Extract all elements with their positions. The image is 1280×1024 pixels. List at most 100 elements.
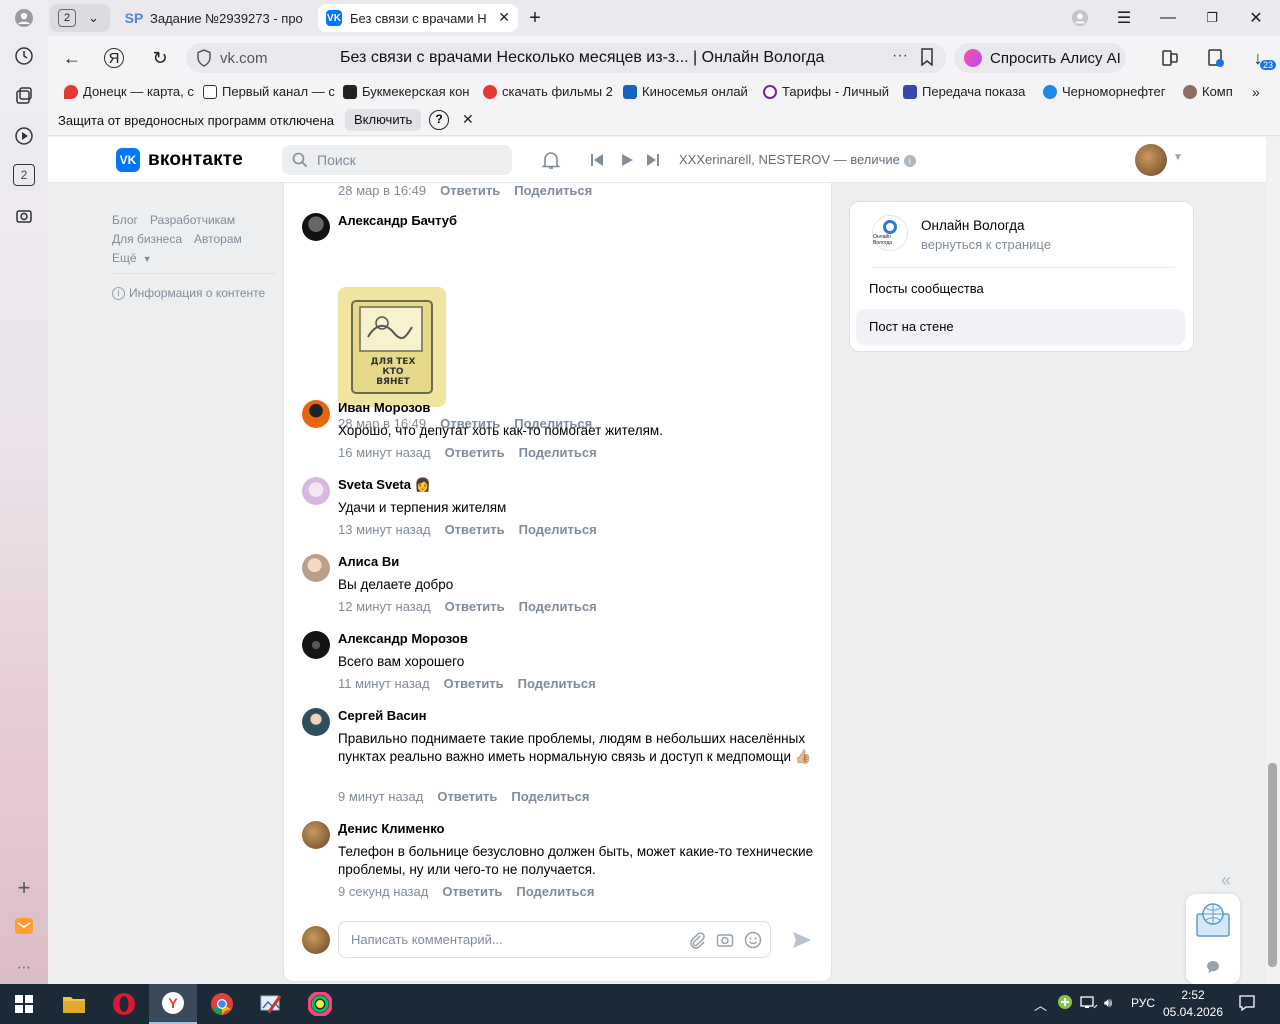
- share-link[interactable]: Поделиться: [518, 676, 596, 691]
- comment-author[interactable]: Александр Бачтуб: [338, 213, 457, 228]
- back-to-page-link[interactable]: вернуться к странице: [921, 237, 1051, 252]
- screenshot-icon[interactable]: [12, 204, 36, 228]
- share-link[interactable]: Поделиться: [519, 445, 597, 460]
- tab-vk-active[interactable]: VK Без связи с врачами Н ✕: [318, 4, 518, 32]
- bookmark-item[interactable]: Киносемья онлай: [623, 84, 748, 99]
- reply-link[interactable]: Ответить: [445, 522, 505, 537]
- tab-task[interactable]: SP Задание №2939273 - про: [118, 4, 308, 32]
- more-bookmarks-icon[interactable]: »: [1252, 84, 1260, 100]
- send-icon[interactable]: [791, 929, 813, 954]
- mail-icon[interactable]: [12, 914, 36, 938]
- developers-link[interactable]: Разработчикам: [150, 213, 235, 227]
- add-panel-icon[interactable]: +: [12, 875, 36, 900]
- chat-icon[interactable]: [1206, 960, 1220, 977]
- rail-counter-badge[interactable]: 2: [13, 164, 35, 186]
- vk-search-input[interactable]: Поиск: [282, 145, 512, 175]
- menu-wall-post[interactable]: Пост на стене: [856, 309, 1185, 345]
- screenshot-tool-icon[interactable]: [246, 984, 294, 1024]
- network-icon[interactable]: [1080, 995, 1098, 1014]
- emoji-smile-icon[interactable]: [744, 931, 762, 952]
- comment-author[interactable]: Алиса Ви: [338, 554, 399, 569]
- sticker-image[interactable]: ДЛЯ ТЕХ КТО ВЯНЕТ: [338, 287, 446, 407]
- opera-icon[interactable]: [100, 984, 148, 1024]
- profile-icon[interactable]: [12, 6, 36, 30]
- notifications-icon[interactable]: [1238, 994, 1256, 1015]
- account-icon[interactable]: [1068, 6, 1092, 30]
- authors-link[interactable]: Авторам: [194, 232, 242, 246]
- reply-link[interactable]: Ответить: [445, 445, 505, 460]
- bookmark-item[interactable]: Черноморнефтег: [1043, 84, 1166, 99]
- community-logo[interactable]: Онлайн Вологда: [872, 215, 908, 251]
- bookmark-item[interactable]: Первый канал — с: [203, 84, 335, 99]
- comment-author[interactable]: Александр Морозов: [338, 631, 468, 646]
- share-link[interactable]: Поделиться: [516, 884, 594, 899]
- enable-protection-button[interactable]: Включить: [345, 109, 422, 131]
- avatar[interactable]: [302, 400, 330, 428]
- share-link[interactable]: Поделиться: [514, 183, 592, 198]
- more-dots-icon[interactable]: ⋯: [12, 955, 36, 979]
- bookmark-item[interactable]: Передача показа: [903, 84, 1025, 99]
- share-link[interactable]: Поделиться: [519, 522, 597, 537]
- collapse-sidebar-icon[interactable]: «: [1221, 870, 1231, 891]
- news-globe-icon[interactable]: [1193, 900, 1233, 943]
- share-link[interactable]: Поделиться: [519, 599, 597, 614]
- bookmark-item[interactable]: скачать фильмы 2: [483, 84, 613, 99]
- bookmark-item[interactable]: Донецк — карта, с: [64, 84, 194, 99]
- camera-icon[interactable]: [716, 931, 734, 952]
- comment-input[interactable]: Написать комментарий...: [338, 921, 771, 958]
- next-track-icon[interactable]: [646, 153, 660, 170]
- history-icon[interactable]: [12, 44, 36, 68]
- close-window-button[interactable]: ✕: [1244, 6, 1268, 30]
- bookmark-icon[interactable]: [920, 48, 934, 69]
- avatar[interactable]: [302, 631, 330, 659]
- tray-app-icon[interactable]: [1057, 994, 1073, 1013]
- close-tab-icon[interactable]: ✕: [498, 9, 510, 26]
- system-clock[interactable]: 2:52 05.04.2026: [1160, 987, 1226, 1021]
- comment-author[interactable]: Сергей Васин: [338, 708, 427, 723]
- photo-app-icon[interactable]: [296, 984, 344, 1024]
- business-link[interactable]: Для бизнеса: [112, 232, 182, 246]
- ask-alice-button[interactable]: Спросить Алису AI: [954, 43, 1126, 73]
- yandex-browser-icon[interactable]: Y: [149, 984, 197, 1024]
- tab-group-counter[interactable]: 2 ⌄: [50, 4, 110, 32]
- more-actions-icon[interactable]: ···: [892, 47, 908, 65]
- play-icon[interactable]: [620, 153, 634, 170]
- shield-icon[interactable]: [196, 49, 212, 70]
- reply-link[interactable]: Ответить: [442, 884, 502, 899]
- previous-track-icon[interactable]: [590, 153, 604, 170]
- reply-link[interactable]: Ответить: [437, 789, 497, 804]
- tray-chevron-up-icon[interactable]: ︿: [1034, 995, 1047, 1014]
- community-name[interactable]: Онлайн Вологда: [921, 218, 1025, 233]
- notifications-bell-icon[interactable]: [541, 150, 561, 173]
- blog-link[interactable]: Блог: [112, 213, 138, 227]
- bookmark-item[interactable]: Букмекерская кон: [343, 84, 470, 99]
- avatar[interactable]: [302, 554, 330, 582]
- minimize-button[interactable]: —: [1156, 6, 1180, 30]
- attach-icon[interactable]: [688, 931, 706, 952]
- new-tab-button[interactable]: +: [523, 6, 547, 30]
- chevron-down-icon[interactable]: ▼: [1173, 152, 1183, 163]
- comment-author[interactable]: Денис Клименко: [338, 821, 445, 836]
- restore-button[interactable]: ❐: [1200, 6, 1224, 30]
- language-indicator[interactable]: РУС: [1131, 996, 1155, 1010]
- menu-icon[interactable]: ☰: [1112, 6, 1136, 30]
- avatar[interactable]: [302, 821, 330, 849]
- url-field[interactable]: vk.com Без связи с врачами Несколько мес…: [186, 43, 946, 73]
- avatar[interactable]: [302, 477, 330, 505]
- avatar[interactable]: [302, 213, 330, 241]
- menu-community-posts[interactable]: Посты сообщества: [856, 271, 1185, 307]
- avatar[interactable]: [302, 708, 330, 736]
- reply-link[interactable]: Ответить: [444, 676, 504, 691]
- extensions-icon[interactable]: [1158, 46, 1182, 70]
- video-icon[interactable]: [12, 124, 36, 148]
- reload-icon[interactable]: ↻: [148, 46, 172, 70]
- reply-link[interactable]: Ответить: [440, 183, 500, 198]
- reply-link[interactable]: Ответить: [445, 599, 505, 614]
- share-link[interactable]: Поделиться: [511, 789, 589, 804]
- file-explorer-icon[interactable]: [50, 984, 98, 1024]
- content-info-link[interactable]: i Информация о контенте: [112, 286, 276, 300]
- help-icon[interactable]: ?: [429, 110, 449, 130]
- back-arrow-icon[interactable]: ←: [60, 46, 84, 70]
- volume-icon[interactable]: 🔊︎: [1104, 995, 1112, 1011]
- close-infobar-icon[interactable]: ✕: [462, 111, 474, 128]
